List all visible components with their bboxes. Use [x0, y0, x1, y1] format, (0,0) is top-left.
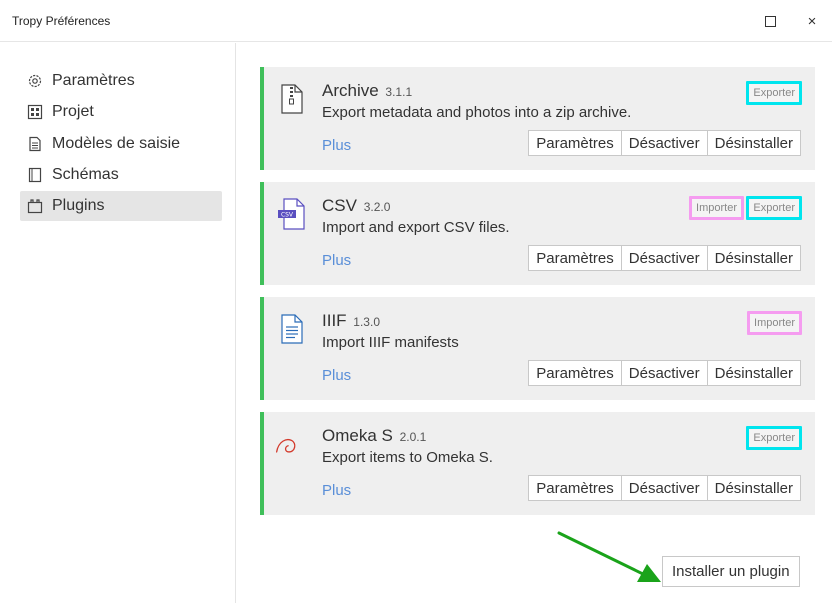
sidebar-item-label: Modèles de saisie	[52, 135, 181, 152]
zip-file-icon	[277, 79, 307, 119]
sidebar: Paramètres Projet Modèles de saisie Sché…	[0, 43, 236, 603]
close-button[interactable]: ×	[796, 8, 828, 34]
maximize-icon	[764, 15, 776, 27]
more-link[interactable]: Plus	[322, 367, 351, 384]
plugin-name: Archive 3.1.1	[322, 81, 412, 101]
plugin-card-archive: Archive 3.1.1 Export metadata and photos…	[260, 67, 815, 170]
plugin-icon	[26, 197, 44, 215]
sidebar-item-plugins[interactable]: Plugins	[20, 191, 222, 221]
plugin-description: Export metadata and photos into a zip ar…	[322, 104, 632, 121]
settings-button[interactable]: Paramètres	[528, 360, 622, 386]
more-link[interactable]: Plus	[322, 252, 351, 269]
csv-file-icon: CSV	[277, 194, 307, 234]
project-icon	[26, 103, 44, 121]
import-hook-badge: Importer	[747, 311, 802, 335]
plugin-name-text: CSV	[322, 196, 357, 215]
import-hook-badge: Importer	[689, 196, 744, 220]
plugin-name-text: IIIF	[322, 311, 347, 330]
plugin-name: Omeka S 2.0.1	[322, 426, 426, 446]
sidebar-item-label: Plugins	[52, 197, 105, 214]
close-icon: ×	[807, 12, 817, 30]
plugin-actions: Paramètres Désactiver Désinstaller	[528, 360, 801, 386]
gear-icon	[26, 72, 44, 90]
plugin-card-iiif: IIIF 1.3.0 Import IIIF manifests Importe…	[260, 297, 815, 400]
title-bar: Tropy Préférences ×	[0, 0, 832, 42]
annotation-arrow	[557, 531, 661, 582]
more-link[interactable]: Plus	[322, 137, 351, 154]
plugin-card-csv: CSV CSV 3.2.0 Import and export CSV file…	[260, 182, 815, 285]
uninstall-button[interactable]: Désinstaller	[706, 360, 801, 386]
uninstall-button[interactable]: Désinstaller	[706, 475, 801, 501]
sidebar-item-modeles[interactable]: Modèles de saisie	[20, 129, 222, 159]
plugin-description: Export items to Omeka S.	[322, 449, 493, 466]
export-hook-badge: Exporter	[746, 196, 802, 220]
plugin-card-omeka-s: Omeka S 2.0.1 Export items to Omeka S. E…	[260, 412, 815, 515]
plugin-version: 3.1.1	[385, 85, 413, 99]
settings-button[interactable]: Paramètres	[528, 245, 622, 271]
sidebar-item-label: Schémas	[52, 166, 119, 183]
sidebar-item-parametres[interactable]: Paramètres	[20, 66, 222, 96]
plugin-name-text: Archive	[322, 81, 379, 100]
more-link[interactable]: Plus	[322, 482, 351, 499]
disable-button[interactable]: Désactiver	[620, 245, 708, 271]
plugin-version: 1.3.0	[353, 315, 380, 329]
uninstall-button[interactable]: Désinstaller	[706, 245, 801, 271]
window-title: Tropy Préférences	[12, 14, 111, 28]
template-icon	[26, 135, 44, 153]
plugin-name: IIIF 1.3.0	[322, 311, 380, 331]
disable-button[interactable]: Désactiver	[620, 130, 708, 156]
plugin-description: Import and export CSV files.	[322, 219, 510, 236]
sidebar-item-projet[interactable]: Projet	[20, 97, 222, 127]
plugin-actions: Paramètres Désactiver Désinstaller	[528, 130, 801, 156]
sidebar-item-label: Projet	[52, 103, 94, 120]
omeka-logo-icon	[274, 424, 304, 464]
svg-text:CSV: CSV	[281, 212, 294, 219]
settings-button[interactable]: Paramètres	[528, 475, 622, 501]
plugin-actions: Paramètres Désactiver Désinstaller	[528, 475, 801, 501]
uninstall-button[interactable]: Désinstaller	[706, 130, 801, 156]
sidebar-item-label: Paramètres	[52, 72, 135, 89]
plugin-name-text: Omeka S	[322, 426, 393, 445]
maximize-button[interactable]	[754, 8, 786, 34]
disable-button[interactable]: Désactiver	[620, 360, 708, 386]
document-file-icon	[277, 309, 307, 349]
export-hook-badge: Exporter	[746, 426, 802, 450]
plugin-name: CSV 3.2.0	[322, 196, 390, 216]
export-hook-badge: Exporter	[746, 81, 802, 105]
install-plugin-button[interactable]: Installer un plugin	[662, 556, 800, 587]
plugins-panel: Archive 3.1.1 Export metadata and photos…	[237, 43, 832, 603]
sidebar-item-schemas[interactable]: Schémas	[20, 160, 222, 190]
plugin-actions: Paramètres Désactiver Désinstaller	[528, 245, 801, 271]
plugin-version: 3.2.0	[363, 200, 391, 214]
settings-button[interactable]: Paramètres	[528, 130, 622, 156]
plugin-version: 2.0.1	[399, 430, 427, 444]
plugin-description: Import IIIF manifests	[322, 334, 459, 351]
vocabulary-icon	[26, 166, 44, 184]
disable-button[interactable]: Désactiver	[620, 475, 708, 501]
